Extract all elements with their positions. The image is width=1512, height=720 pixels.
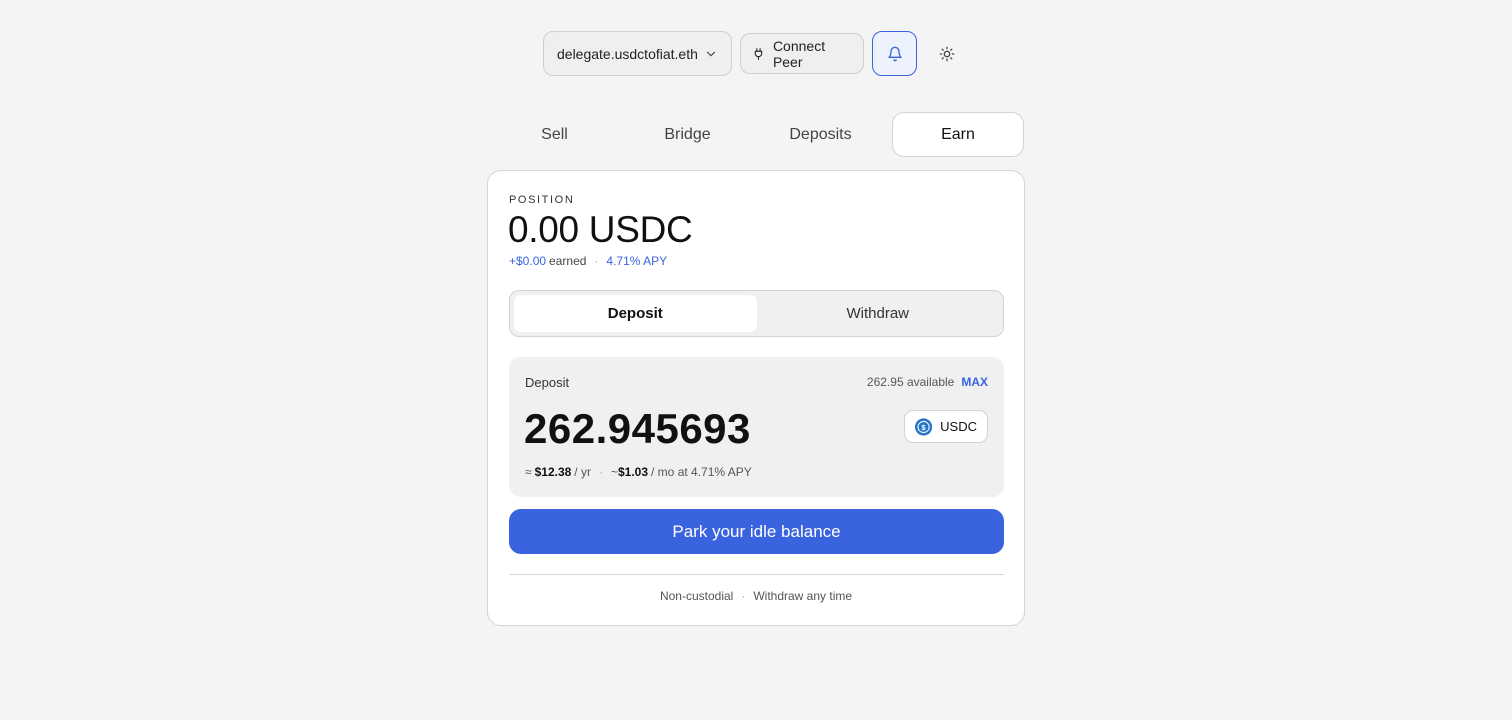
separator-dot: · bbox=[594, 254, 599, 268]
position-meta: +$0.00 earned · 4.71% APY bbox=[509, 254, 667, 268]
connect-peer-button[interactable]: Connect Peer bbox=[740, 33, 864, 74]
non-custodial-note: Non-custodial bbox=[659, 589, 734, 603]
tab-bridge[interactable]: Bridge bbox=[621, 112, 754, 157]
deposit-label: Deposit bbox=[525, 375, 570, 390]
token-label: USDC bbox=[940, 419, 977, 434]
yearly-prefix: ≈ bbox=[525, 465, 532, 479]
separator-dot: · bbox=[598, 465, 603, 479]
earned-amount: +$0.00 bbox=[509, 254, 547, 268]
deposit-withdraw-toggle: Deposit Withdraw bbox=[509, 290, 1004, 337]
main-tabs: Sell Bridge Deposits Earn bbox=[488, 112, 1024, 157]
notifications-button[interactable] bbox=[872, 31, 917, 76]
deposit-panel: Deposit 262.95 available MAX $ USDC ≈ $1… bbox=[509, 357, 1004, 497]
earned-label: earned bbox=[549, 254, 587, 268]
monthly-value: $1.03 bbox=[617, 465, 649, 479]
wallet-label: delegate.usdctofiat.eth bbox=[557, 45, 698, 62]
tab-deposits[interactable]: Deposits bbox=[754, 112, 887, 157]
plug-icon bbox=[754, 47, 763, 60]
position-label: POSITION bbox=[509, 194, 575, 206]
chevron-down-icon bbox=[706, 51, 716, 56]
tab-earn[interactable]: Earn bbox=[892, 112, 1024, 157]
connect-peer-label: Connect Peer bbox=[772, 37, 826, 70]
footer-notes: Non-custodial · Withdraw any time bbox=[488, 589, 1024, 603]
bell-icon bbox=[887, 46, 902, 61]
apy-value: 4.71% APY bbox=[606, 254, 668, 268]
divider bbox=[509, 574, 1004, 575]
sun-icon bbox=[939, 46, 955, 61]
available-balance: 262.95 available MAX bbox=[867, 375, 988, 389]
theme-toggle[interactable] bbox=[935, 42, 959, 66]
deposit-tab[interactable]: Deposit bbox=[514, 295, 757, 332]
top-bar: delegate.usdctofiat.eth Connect Peer bbox=[543, 31, 959, 76]
yearly-value: $12.38 bbox=[534, 465, 572, 479]
svg-text:$: $ bbox=[921, 423, 926, 432]
wallet-selector[interactable]: delegate.usdctofiat.eth bbox=[543, 31, 732, 76]
tab-sell[interactable]: Sell bbox=[488, 112, 621, 157]
token-selector[interactable]: $ USDC bbox=[904, 410, 988, 443]
monthly-suffix: / mo at 4.71% APY bbox=[651, 465, 752, 479]
earn-card: POSITION 0.00 USDC +$0.00 earned · 4.71%… bbox=[487, 170, 1025, 626]
usdc-icon: $ bbox=[915, 417, 933, 436]
withdraw-note: Withdraw any time bbox=[753, 589, 853, 603]
yield-estimate: ≈ $12.38 / yr · ~ $1.03 / mo at 4.71% AP… bbox=[525, 465, 752, 479]
position-value: 0.00 USDC bbox=[508, 209, 693, 250]
monthly-prefix: ~ bbox=[610, 465, 618, 479]
max-button[interactable]: MAX bbox=[961, 375, 988, 389]
separator-dot: · bbox=[741, 589, 746, 603]
amount-input[interactable] bbox=[524, 405, 884, 453]
withdraw-tab[interactable]: Withdraw bbox=[757, 295, 1000, 332]
yearly-suffix: / yr bbox=[574, 465, 591, 479]
park-balance-button[interactable]: Park your idle balance bbox=[509, 509, 1004, 554]
available-text: 262.95 available bbox=[866, 375, 955, 389]
